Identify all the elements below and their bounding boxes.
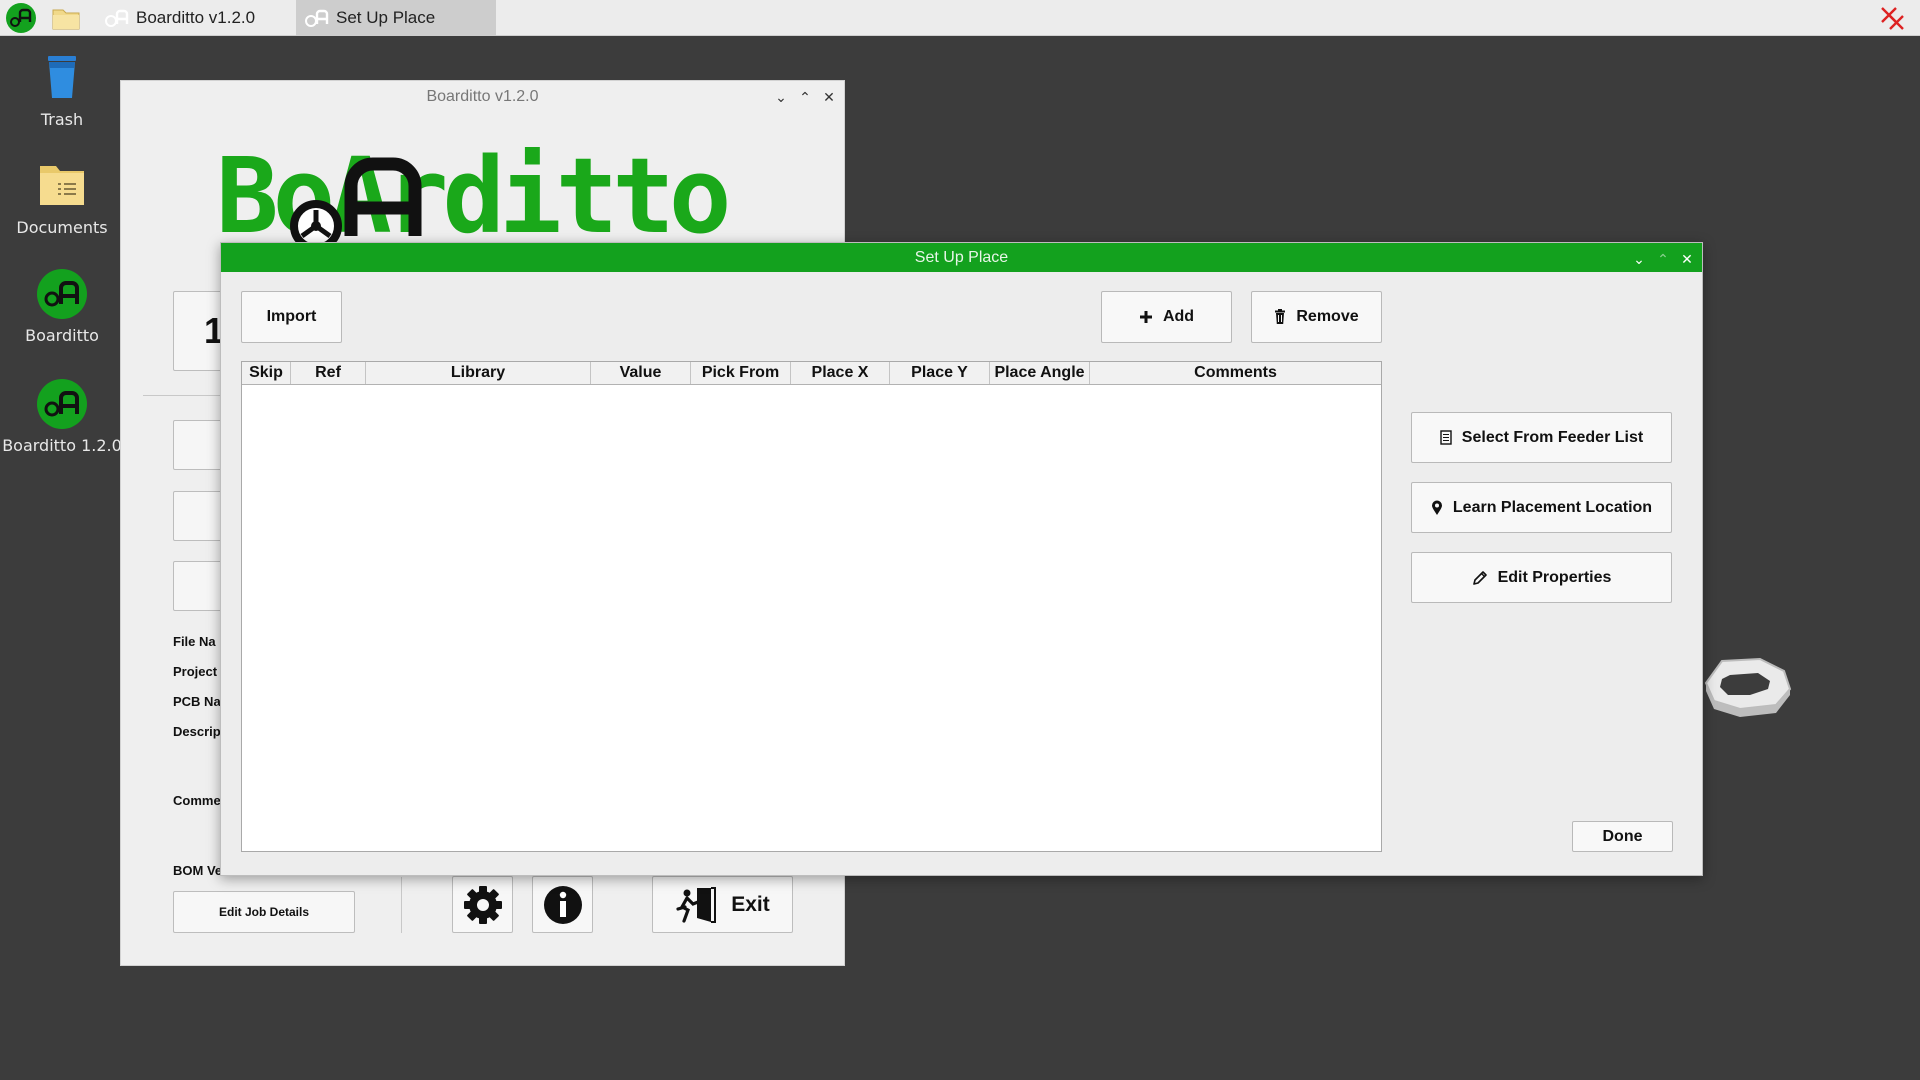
done-label: Done [1602, 827, 1643, 845]
app-menu-icon[interactable] [5, 2, 37, 34]
taskbar: Boarditto v1.2.0 Set Up Place [0, 0, 1920, 36]
task-boarditto[interactable]: Boarditto v1.2.0 [96, 0, 296, 36]
desktop-icon-label: Boarditto 1.2.0 [2, 436, 122, 455]
boarditto-task-icon [305, 9, 329, 27]
desktop-icon-documents[interactable]: Documents [0, 158, 124, 237]
main-window-titlebar[interactable]: Boarditto v1.2.0 ⌄ ⌃ ✕ [121, 81, 844, 113]
dialog-titlebar[interactable]: Set Up Place ⌄ ⌃ ✕ [221, 243, 1702, 272]
boarditto-logo: BoArditto [216, 146, 733, 246]
close-all-icon[interactable] [1878, 4, 1906, 32]
learn-placement-location-button[interactable]: Learn Placement Location [1411, 482, 1672, 533]
plus-icon [1139, 311, 1152, 323]
desktop-ornament-octagon [1704, 657, 1792, 717]
edit-properties-button[interactable]: Edit Properties [1411, 552, 1672, 603]
exit-door-icon [676, 886, 717, 923]
document-icon [1440, 430, 1452, 445]
trash-can-icon [1275, 309, 1286, 324]
column-header-skip[interactable]: Skip [242, 362, 291, 384]
info-button[interactable] [532, 876, 593, 933]
main-window-title: Boarditto v1.2.0 [426, 88, 539, 105]
pencil-icon [1472, 570, 1487, 585]
desktop-icon-label: Boarditto [25, 326, 99, 345]
column-header-value[interactable]: Value [591, 362, 691, 384]
map-pin-icon [1431, 500, 1442, 515]
add-label: Add [1162, 308, 1195, 325]
project-label: Project [173, 664, 218, 679]
minimize-icon[interactable]: ⌄ [774, 81, 788, 113]
column-header-pick-from[interactable]: Pick From [691, 362, 791, 384]
pcb-name-label: PCB Na [173, 694, 221, 709]
vertical-divider [401, 877, 402, 933]
done-button[interactable]: Done [1572, 821, 1673, 852]
task-set-up-place[interactable]: Set Up Place [296, 0, 496, 36]
close-icon[interactable]: ✕ [822, 81, 836, 113]
column-header-place-angle[interactable]: Place Angle [990, 362, 1090, 384]
comments-label: Comme [173, 793, 221, 808]
file-manager-icon[interactable] [50, 2, 82, 34]
task-boarditto-label: Boarditto v1.2.0 [136, 8, 256, 27]
file-name-label: File Na [173, 634, 216, 649]
gear-icon [463, 885, 502, 924]
import-label: Import [266, 308, 317, 325]
info-icon [543, 885, 582, 924]
desktop-icon-boarditto[interactable]: Boarditto [0, 266, 124, 345]
set-up-place-dialog: Set Up Place ⌄ ⌃ ✕ Import Add Remove Ski… [220, 242, 1703, 876]
exit-label: Exit [731, 892, 770, 916]
import-button[interactable]: Import [241, 291, 342, 343]
desktop-icon-boarditto-120[interactable]: Boarditto 1.2.0 [0, 376, 124, 455]
dialog-title: Set Up Place [914, 249, 1009, 266]
column-header-comments[interactable]: Comments [1090, 362, 1381, 384]
description-label: Descrip [173, 724, 221, 739]
desktop-icon-label: Documents [16, 218, 108, 237]
edit-job-details-label: Edit Job Details [218, 905, 310, 919]
edit-properties-label: Edit Properties [1497, 568, 1612, 586]
learn-placement-location-label: Learn Placement Location [1452, 498, 1653, 516]
select-from-feeder-list-label: Select From Feeder List [1461, 428, 1644, 446]
column-header-place-y[interactable]: Place Y [890, 362, 990, 384]
maximize-icon[interactable]: ⌃ [798, 81, 812, 113]
remove-label: Remove [1296, 308, 1359, 325]
add-button[interactable]: Add [1101, 291, 1232, 343]
close-icon[interactable]: ✕ [1680, 245, 1694, 274]
table-header: Skip Ref Library Value Pick From Place X… [242, 362, 1381, 385]
column-header-ref[interactable]: Ref [291, 362, 366, 384]
maximize-icon[interactable]: ⌃ [1656, 245, 1670, 274]
boarditto-app-icon [37, 269, 87, 319]
column-header-place-x[interactable]: Place X [791, 362, 890, 384]
select-from-feeder-list-button[interactable]: Select From Feeder List [1411, 412, 1672, 463]
task-set-up-place-label: Set Up Place [336, 8, 436, 27]
column-header-library[interactable]: Library [366, 362, 591, 384]
settings-button[interactable] [452, 876, 513, 933]
desktop-icon-label: Trash [40, 110, 84, 129]
remove-button[interactable]: Remove [1251, 291, 1382, 343]
minimize-icon[interactable]: ⌄ [1632, 245, 1646, 274]
boarditto-app-icon [37, 379, 87, 429]
table-body[interactable] [242, 386, 1381, 851]
bom-version-label: BOM Ve [173, 863, 223, 878]
trash-icon [48, 56, 76, 98]
edit-job-details-button[interactable]: Edit Job Details [173, 891, 355, 933]
exit-button[interactable]: Exit [652, 876, 793, 933]
desktop-icon-trash[interactable]: Trash [0, 50, 124, 129]
folder-icon [40, 166, 84, 205]
placement-table[interactable]: Skip Ref Library Value Pick From Place X… [241, 361, 1382, 852]
boarditto-task-icon [105, 9, 129, 27]
